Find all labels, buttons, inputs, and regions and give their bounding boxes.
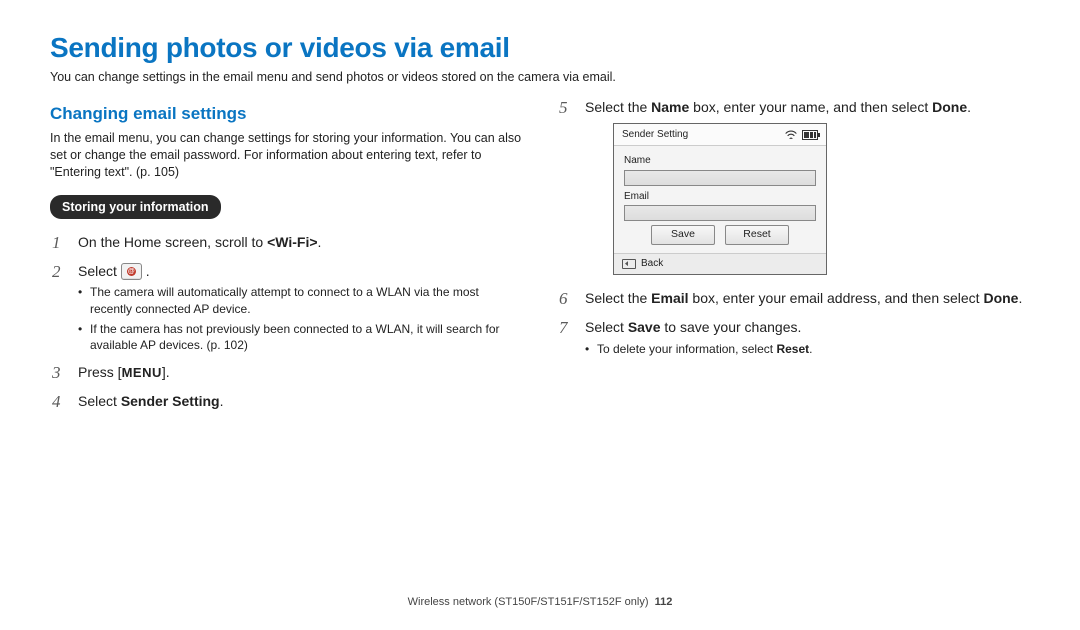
step-number: 6 (559, 288, 568, 311)
email-icon: @ (121, 263, 142, 280)
back-label: Back (641, 257, 663, 271)
status-icons (785, 130, 818, 140)
sub-bullet: The camera will automatically attempt to… (78, 284, 523, 316)
step-bold: Done (932, 99, 967, 115)
page-footer: Wireless network (ST150F/ST151F/ST152F o… (0, 596, 1080, 608)
step-number: 5 (559, 97, 568, 120)
sender-setting-panel: Sender Setting Name Email (613, 123, 827, 275)
step-post: . (142, 263, 150, 279)
step-post: ]. (162, 364, 170, 380)
step-post: . (318, 234, 322, 250)
sub-text: . (809, 342, 812, 356)
step-number: 7 (559, 317, 568, 340)
step-number: 1 (52, 232, 61, 255)
battery-icon (802, 130, 818, 140)
step-text: Press [ (78, 364, 122, 380)
step-7: 7 Select Save to save your changes. To d… (557, 318, 1030, 357)
right-column: 5 Select the Name box, enter your name, … (557, 98, 1030, 421)
step-bold: Save (628, 319, 661, 335)
left-column: Changing email settings In the email men… (50, 98, 523, 421)
footer-text: Wireless network (ST150F/ST151F/ST152F o… (408, 596, 649, 608)
wifi-icon (785, 130, 797, 139)
step-4: 4 Select Sender Setting. (50, 392, 523, 411)
step-post: . (1018, 290, 1022, 306)
step-text: Select (585, 319, 628, 335)
sub-intro: In the email menu, you can change settin… (50, 130, 523, 181)
name-field[interactable] (624, 170, 816, 186)
page-number: 112 (655, 596, 673, 608)
save-button[interactable]: Save (651, 225, 715, 245)
step-bold: Email (651, 290, 688, 306)
step-6: 6 Select the Email box, enter your email… (557, 289, 1030, 308)
step-text: Select the (585, 99, 651, 115)
sub-text: To delete your information, select (597, 342, 776, 356)
step-number: 4 (52, 391, 61, 414)
sub-bullet: To delete your information, select Reset… (585, 341, 1030, 357)
step-text: Select the (585, 290, 651, 306)
step-3: 3 Press [MENU]. (50, 363, 523, 382)
name-label: Name (624, 154, 816, 168)
step-post: to save your changes. (661, 319, 802, 335)
step-mid: box, enter your name, and then select (689, 99, 932, 115)
step-bold: Done (983, 290, 1018, 306)
email-label: Email (624, 190, 816, 204)
step-number: 2 (52, 261, 61, 284)
step-number: 3 (52, 362, 61, 385)
step-text: On the Home screen, scroll to (78, 234, 267, 250)
page-intro: You can change settings in the email men… (50, 70, 1030, 84)
email-field[interactable] (624, 205, 816, 221)
step-post: . (967, 99, 971, 115)
page-title: Sending photos or videos via email (50, 32, 1030, 64)
step-bold: <Wi-Fi> (267, 234, 317, 250)
step-text: Select (78, 393, 121, 409)
back-key-icon (622, 259, 636, 269)
panel-footer: Back (614, 253, 826, 274)
menu-key-label: MENU (122, 365, 162, 380)
step-5: 5 Select the Name box, enter your name, … (557, 98, 1030, 275)
subheading: Changing email settings (50, 104, 523, 124)
sub-bold: Reset (776, 342, 809, 356)
panel-header: Sender Setting (614, 124, 826, 147)
reset-button[interactable]: Reset (725, 225, 789, 245)
panel-title: Sender Setting (622, 128, 688, 142)
step-1: 1 On the Home screen, scroll to <Wi-Fi>. (50, 233, 523, 252)
step-mid: box, enter your email address, and then … (689, 290, 984, 306)
step-text: Select (78, 263, 121, 279)
step-2: 2 Select @ . The camera will automatical… (50, 262, 523, 354)
step-bold: Sender Setting (121, 393, 220, 409)
sub-bullet: If the camera has not previously been co… (78, 321, 523, 353)
step-post: . (220, 393, 224, 409)
step-bold: Name (651, 99, 689, 115)
section-pill: Storing your information (50, 195, 221, 219)
